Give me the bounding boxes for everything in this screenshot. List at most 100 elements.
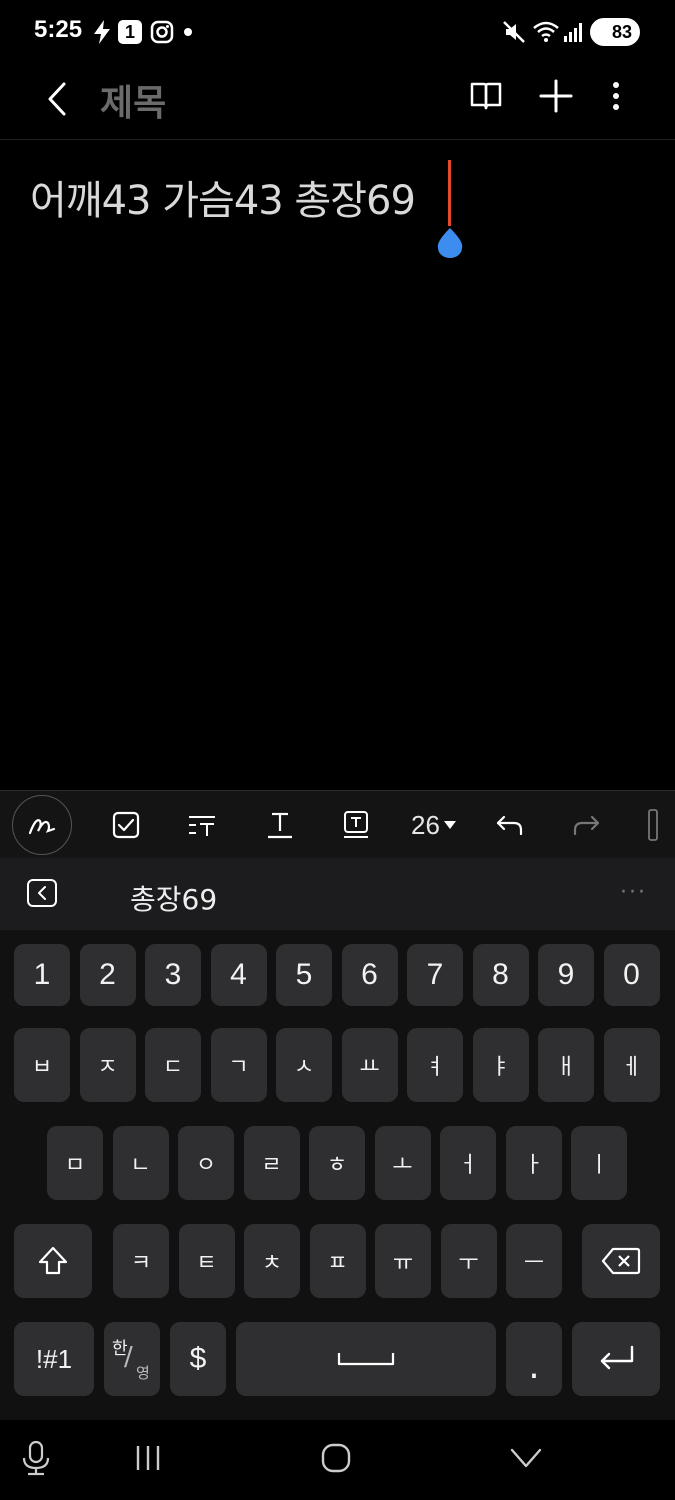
paragraph-style-button[interactable] — [172, 795, 232, 855]
letter-key[interactable]: ㅕ — [407, 1028, 463, 1102]
letter-key[interactable]: ㅌ — [178, 1224, 235, 1298]
resize-handle[interactable] — [630, 795, 675, 855]
caret-down-icon — [443, 821, 456, 829]
text-style-button[interactable] — [250, 795, 310, 855]
space-icon — [337, 1353, 395, 1366]
letter-key[interactable]: ㅈ — [79, 1028, 136, 1102]
backspace-icon — [601, 1247, 641, 1275]
letter-key[interactable]: ㅡ — [506, 1224, 562, 1298]
letter-key[interactable]: ㅐ — [538, 1028, 594, 1102]
navigation-bar — [0, 1420, 675, 1500]
battery-indicator: 83 — [590, 18, 640, 46]
letter-key[interactable]: ㄴ — [112, 1126, 169, 1200]
signal-icon — [564, 23, 582, 42]
letter-key[interactable]: ㅎ — [309, 1126, 365, 1200]
handwriting-icon — [28, 819, 56, 835]
shift-icon — [38, 1246, 68, 1275]
more-notifications-dot — [184, 28, 192, 36]
undo-button[interactable] — [480, 795, 540, 855]
suggestion-collapse-icon[interactable] — [26, 878, 58, 908]
period-key[interactable]: . — [506, 1322, 562, 1396]
number-key[interactable]: 1 — [14, 944, 70, 1006]
text-cursor — [448, 160, 451, 226]
suggestion-more-icon[interactable]: ··· — [620, 880, 647, 905]
text-style-icon — [268, 812, 292, 839]
number-key[interactable]: 7 — [407, 944, 463, 1006]
letter-key[interactable]: ㅇ — [178, 1126, 234, 1200]
letter-key[interactable]: ㅋ — [113, 1224, 169, 1298]
redo-icon — [573, 815, 600, 836]
letter-key[interactable]: ㅛ — [341, 1028, 398, 1102]
number-key[interactable]: 0 — [603, 944, 660, 1006]
shift-key[interactable] — [14, 1224, 92, 1298]
battery-level: 83 — [612, 22, 633, 42]
reading-mode-icon[interactable] — [466, 76, 506, 116]
wifi-icon — [533, 21, 559, 42]
checkbox-icon — [112, 811, 140, 839]
undo-icon — [496, 815, 523, 836]
letter-key[interactable]: ㄱ — [210, 1028, 267, 1102]
format-toolbar: 26 — [0, 790, 675, 858]
hide-keyboard-icon[interactable] — [506, 1438, 546, 1478]
status-bar: 5:25 1 83 — [0, 0, 675, 64]
backspace-key[interactable] — [582, 1224, 660, 1298]
app-bar: 제목 — [0, 64, 675, 140]
number-key[interactable]: 5 — [276, 944, 332, 1006]
letter-key[interactable]: ㄷ — [145, 1028, 201, 1102]
redo-button[interactable] — [556, 795, 616, 855]
pen-mode-button[interactable] — [12, 795, 72, 855]
notification-badge: 1 — [118, 20, 142, 44]
letter-key[interactable]: ㅔ — [603, 1028, 660, 1102]
voice-input-icon[interactable] — [16, 1438, 56, 1478]
recent-apps-icon[interactable] — [128, 1438, 168, 1478]
note-body-text[interactable]: 어깨43 가슴43 총장69 — [30, 168, 416, 226]
add-icon[interactable] — [536, 76, 576, 116]
status-time: 5:25 — [34, 16, 83, 43]
letter-key[interactable]: ㅊ — [244, 1224, 300, 1298]
letter-key[interactable]: ㅍ — [309, 1224, 366, 1298]
font-size-value: 26 — [411, 809, 440, 840]
letter-key[interactable]: ㅣ — [571, 1126, 627, 1200]
more-options-icon[interactable] — [596, 76, 636, 116]
keyboard: 1234567890 ㅂㅈㄷㄱㅅㅛㅕㅑㅐㅔ ㅁㄴㅇㄹㅎㅗㅓㅏㅣ ㅋㅌㅊㅍㅠㅜㅡ … — [0, 930, 675, 1420]
number-key[interactable]: 2 — [79, 944, 136, 1006]
letter-key[interactable]: ㅁ — [47, 1126, 103, 1200]
number-key[interactable]: 6 — [341, 944, 398, 1006]
letter-key[interactable]: ㅓ — [440, 1126, 496, 1200]
enter-icon — [600, 1345, 634, 1370]
lang-separator-icon: / — [124, 1342, 133, 1372]
number-key[interactable]: 4 — [210, 944, 267, 1006]
symbols-key[interactable]: !#1 — [14, 1322, 94, 1396]
letter-key[interactable]: ㅂ — [14, 1028, 70, 1102]
letter-key[interactable]: ㅏ — [505, 1126, 562, 1200]
letter-key[interactable]: ㅑ — [472, 1028, 529, 1102]
font-size-dropdown[interactable]: 26 — [402, 795, 466, 855]
number-key[interactable]: 3 — [145, 944, 201, 1006]
letter-key[interactable]: ㅜ — [440, 1224, 497, 1298]
number-key[interactable]: 8 — [472, 944, 529, 1006]
checkbox-button[interactable] — [96, 795, 156, 855]
letter-key[interactable]: ㅠ — [375, 1224, 431, 1298]
language-switch-key[interactable]: 한 / 영 — [104, 1322, 160, 1396]
home-icon[interactable] — [316, 1438, 356, 1478]
number-key[interactable]: 9 — [538, 944, 594, 1006]
letter-key[interactable]: ㄹ — [243, 1126, 300, 1200]
suggestion-word[interactable]: 총장69 — [130, 878, 217, 918]
cursor-handle[interactable] — [436, 228, 464, 258]
suggestion-bar: 총장69 ··· — [0, 858, 675, 930]
letter-key[interactable]: ㅗ — [374, 1126, 431, 1200]
note-editor[interactable]: 어깨43 가슴43 총장69 — [0, 141, 675, 790]
back-icon[interactable] — [36, 74, 80, 124]
paragraph-style-icon — [189, 816, 215, 836]
note-title[interactable]: 제목 — [100, 74, 166, 126]
letter-key[interactable]: ㅅ — [276, 1028, 332, 1102]
charging-icon — [94, 20, 110, 44]
lang-english-label: 영 — [136, 1364, 150, 1382]
space-key[interactable] — [236, 1322, 496, 1396]
text-box-button[interactable] — [326, 795, 386, 855]
vertical-resize-icon — [647, 809, 658, 841]
enter-key[interactable] — [572, 1322, 660, 1396]
currency-key[interactable]: $ — [170, 1322, 226, 1396]
mute-icon — [503, 21, 525, 43]
text-box-icon — [344, 811, 368, 838]
